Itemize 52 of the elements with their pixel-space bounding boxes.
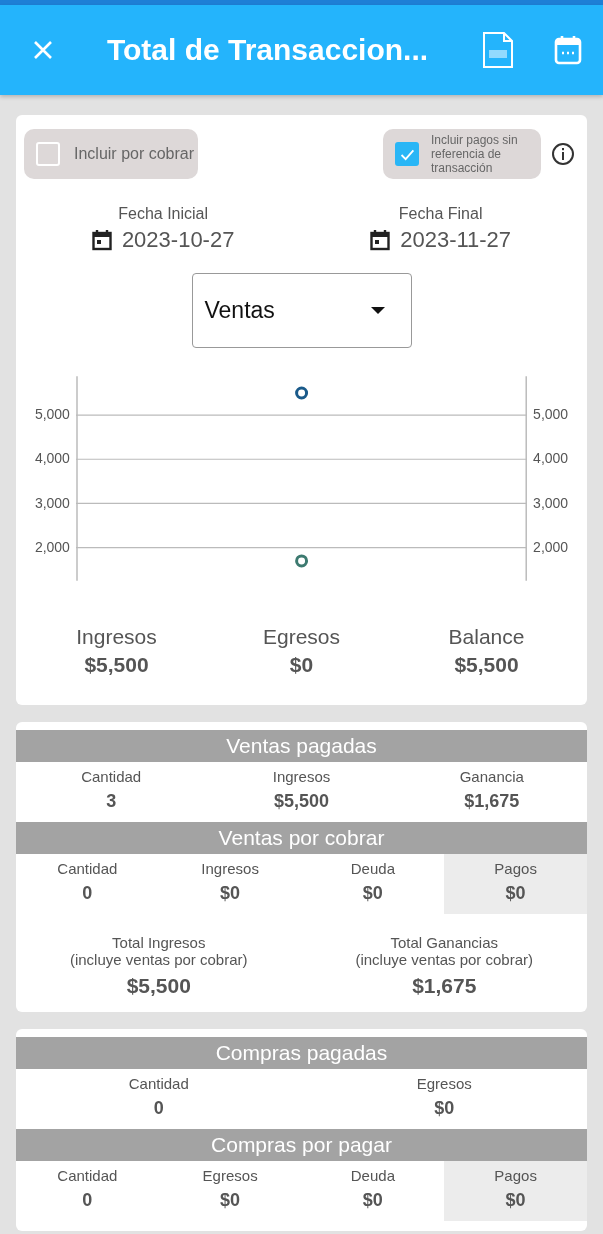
section-header: Ventas por cobrar [16,822,587,854]
stat-cell-text: Egresos $0 [415,1074,473,1120]
total-value: $1,675 [412,974,477,998]
summary-label: Egresos [262,625,340,649]
stat-cell-text: Ingresos $5,500 [271,767,332,813]
total-note: (incluye ventas por cobrar) [69,951,248,968]
section-header: Compras por pagar [16,1129,587,1161]
stat-cell: Pagos $0 [444,1161,587,1221]
summary-label: Balance [448,625,525,649]
section-header: Compras pagadas [16,1037,587,1069]
close-icon[interactable] [32,39,54,61]
axis-label: 5,000 [533,405,569,422]
axis-label: 4,000 [34,450,70,467]
axis-label: 3,000 [34,494,70,511]
axis-label: 3,000 [533,494,569,511]
calendar-icon[interactable] [553,34,583,66]
stat-cell-text: Cantidad 3 [80,767,143,813]
stat-cell-text: Cantidad 0 [56,1166,119,1212]
stat-cell-text: Deuda $0 [349,859,396,905]
total-note: (incluye ventas por cobrar) [355,951,534,968]
total-value: $5,500 [126,974,191,998]
stat-cell-text: Ganancia $1,675 [458,767,525,813]
axis-label: 4,000 [533,450,569,467]
type-dropdown[interactable]: Ventas [191,273,412,348]
calendar-icon [91,229,112,251]
dropdown-caret-icon [370,306,385,315]
axis-label: 5,000 [34,405,70,422]
summary-label: Ingresos [76,625,157,649]
date-picker[interactable]: 2023-10-27 [91,227,235,253]
stat-cell-text: Ingresos $0 [200,859,260,905]
summary-value: $5,500 [454,653,519,677]
total-label: Total Ingresos [112,934,206,951]
axis-label: 2,000 [34,538,70,555]
date-picker[interactable]: 2023-11-27 [370,227,512,253]
stat-cell-text: Deuda $0 [349,1166,396,1212]
page-title: Total de Transaccion... [105,33,430,67]
axis-label: 2,000 [533,538,569,555]
section-header: Ventas pagadas [16,730,587,762]
info-icon[interactable] [551,142,575,166]
filter-checkbox[interactable]: Incluir por cobrar [24,129,199,179]
date-label: Fecha Inicial [118,205,209,223]
stat-cell-text: Cantidad 0 [56,859,119,905]
summary-value: $0 [289,653,314,677]
summary-value: $5,500 [84,653,149,677]
calendar-icon [370,229,391,251]
stat-cell-text: Egresos $0 [201,1166,259,1212]
filter-checkbox[interactable]: Incluir pagos sin referencia de transacción [383,129,541,179]
date-label: Fecha Final [398,205,483,223]
stat-cell: Pagos $0 [444,854,587,914]
pdf-file-icon[interactable] [481,31,515,69]
stat-cell-text: Cantidad 0 [127,1074,190,1120]
total-label: Total Ganancias [390,934,499,951]
